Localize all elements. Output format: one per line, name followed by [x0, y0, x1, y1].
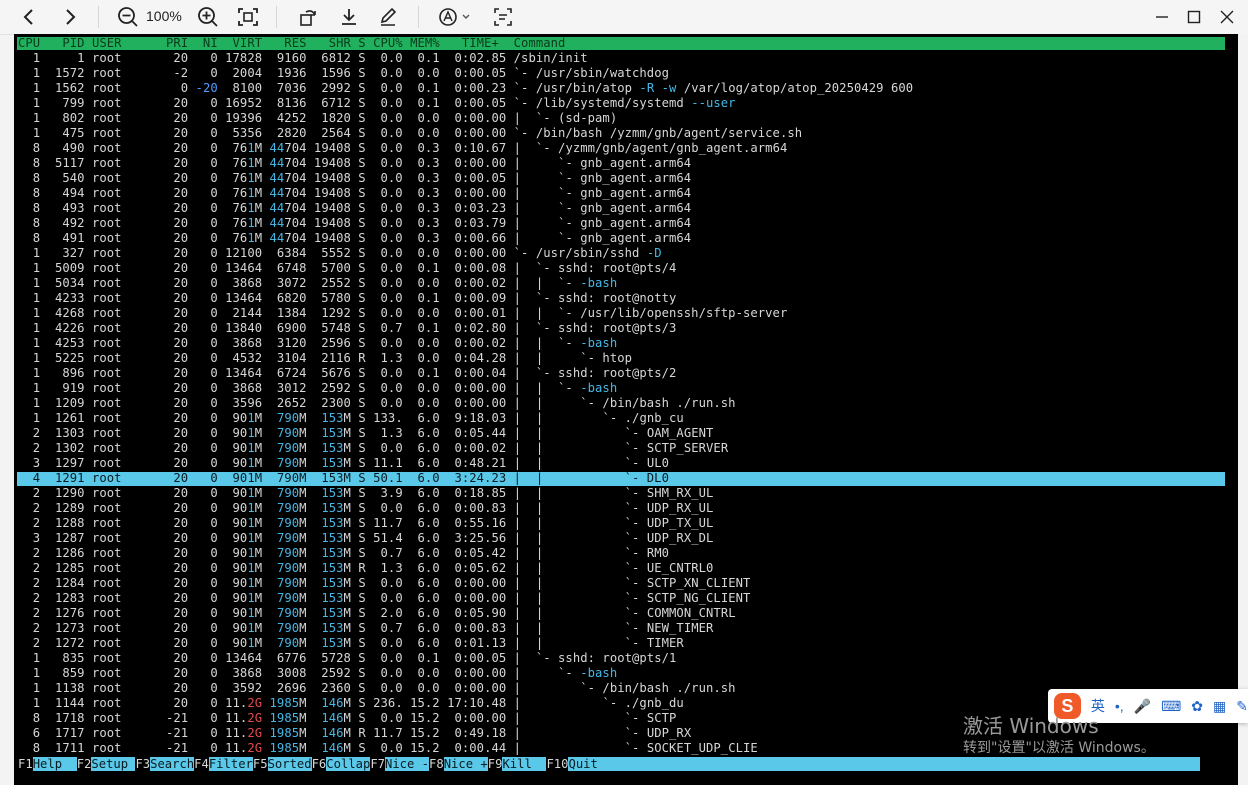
toolbar-separator	[98, 6, 99, 28]
process-row[interactable]: 2 1288 root 20 0 901M 790M 153M S 11.7 6…	[18, 516, 714, 531]
zoom-in-icon[interactable]	[196, 5, 220, 29]
process-row[interactable]: 2 1285 root 20 0 901M 790M 153M R 1.3 6.…	[18, 561, 714, 576]
close-icon[interactable]	[1215, 5, 1239, 29]
fkey-f9: F9	[487, 757, 503, 771]
process-row[interactable]: 1 4226 root 20 0 13840 6900 5748 S 0.7 0…	[18, 321, 677, 336]
toolbar-separator	[276, 6, 277, 28]
fkey-label-f8[interactable]: Nice +	[443, 757, 488, 771]
fkey-f2: F2	[76, 757, 92, 771]
process-row[interactable]: 1 4268 root 20 0 2144 1384 1292 S 0.0 0.…	[18, 306, 788, 321]
process-row[interactable]: 6 1717 root -21 0 11.2G 1985M 146M R 11.…	[18, 726, 691, 741]
process-row[interactable]: 1 1572 root -2 0 2004 1936 1596 S 0.0 0.…	[18, 66, 669, 81]
fkey-label-f3[interactable]: Search	[150, 757, 195, 771]
process-row[interactable]: 8 494 root 20 0 761M 44704 19408 S 0.0 0…	[18, 186, 691, 201]
process-row[interactable]: 1 896 root 20 0 13464 6724 5676 S 0.0 0.…	[18, 366, 677, 381]
process-row[interactable]: 2 1302 root 20 0 901M 790M 153M S 0.0 6.…	[18, 441, 728, 456]
edit-icon[interactable]	[376, 5, 400, 29]
fkey-label-f1[interactable]: Help	[32, 757, 77, 771]
process-row[interactable]: 1 1209 root 20 0 3596 2652 2300 S 0.0 0.…	[18, 396, 736, 411]
zoom-out-icon[interactable]	[116, 5, 140, 29]
toolbar-separator	[418, 6, 419, 28]
process-row[interactable]: 8 491 root 20 0 761M 44704 19408 S 0.0 0…	[18, 231, 691, 246]
process-row[interactable]: 1 859 root 20 0 3868 3008 2592 S 0.0 0.0…	[18, 666, 617, 681]
process-row[interactable]: 3 1287 root 20 0 901M 790M 153M S 51.4 6…	[18, 531, 714, 546]
process-row[interactable]: 1 802 root 20 0 19396 4252 1820 S 0.0 0.…	[18, 111, 617, 126]
zoom-level: 100%	[146, 8, 182, 24]
annotate-icon[interactable]	[437, 5, 473, 29]
forward-icon[interactable]	[59, 5, 81, 29]
fkey-f4: F4	[194, 757, 209, 771]
fit-screen-icon[interactable]	[236, 5, 260, 29]
process-row[interactable]: 2 1290 root 20 0 901M 790M 153M S 3.9 6.…	[18, 486, 714, 501]
process-row[interactable]: 1 5009 root 20 0 13464 6748 5700 S 0.0 0…	[18, 261, 677, 276]
process-row[interactable]: 3 1297 root 20 0 901M 790M 153M S 11.1 6…	[18, 456, 669, 471]
process-row[interactable]: 1 1562 root 0 -20 8100 7036 2992 S 0.0 0…	[18, 81, 913, 96]
htop-terminal[interactable]: CPU PID USER PRI NI VIRT RES SHR S CPU% …	[14, 34, 1248, 785]
activation-watermark-subtitle: 转到"设置"以激活 Windows。	[963, 740, 1155, 756]
process-row[interactable]: 2 1289 root 20 0 901M 790M 153M S 0.0 6.…	[18, 501, 714, 516]
fkey-label-f2[interactable]: Setup	[91, 757, 136, 771]
process-row[interactable]: 2 1284 root 20 0 901M 790M 153M S 0.0 6.…	[18, 576, 751, 591]
fkey-f8: F8	[429, 757, 444, 771]
fkey-label-f7[interactable]: Nice -	[385, 757, 430, 771]
process-row[interactable]: 1 1261 root 20 0 901M 790M 153M S 133. 6…	[18, 411, 684, 426]
activation-watermark-title: 激活 Windows	[963, 714, 1099, 738]
process-row[interactable]: 1 1144 root 20 0 11.2G 1985M 146M S 236.…	[18, 696, 684, 711]
process-row[interactable]: 8 540 root 20 0 761M 44704 19408 S 0.0 0…	[18, 171, 691, 186]
fkey-f5: F5	[252, 757, 268, 771]
more-icon[interactable]: ✎	[1236, 698, 1248, 715]
process-row[interactable]: 2 1273 root 20 0 901M 790M 153M S 0.7 6.…	[18, 621, 714, 636]
skin-icon[interactable]: ✿	[1191, 698, 1203, 715]
process-row[interactable]: 1 327 root 20 0 12100 6384 5552 S 0.0 0.…	[18, 246, 662, 261]
fkey-f6: F6	[311, 757, 327, 771]
process-row-selected[interactable]: 4 1291 root 20 0 901M 790M 153M S 50.1 6…	[18, 471, 669, 486]
process-row[interactable]: 8 1718 root -21 0 11.2G 1985M 146M S 0.0…	[18, 711, 677, 726]
process-row[interactable]: 1 4233 root 20 0 13464 6820 5780 S 0.0 0…	[18, 291, 677, 306]
fkey-f7: F7	[370, 757, 385, 771]
process-row[interactable]: 1 5034 root 20 0 3868 3072 2552 S 0.0 0.…	[18, 276, 617, 291]
process-row[interactable]: 1 799 root 20 0 16952 8136 6712 S 0.0 0.…	[18, 96, 736, 111]
process-row[interactable]: 1 4253 root 20 0 3868 3120 2596 S 0.0 0.…	[18, 336, 617, 351]
process-row[interactable]: 2 1303 root 20 0 901M 790M 153M S 1.3 6.…	[18, 426, 714, 441]
microphone-icon[interactable]: 🎤	[1134, 698, 1151, 715]
process-row[interactable]: 2 1272 root 20 0 901M 790M 153M S 0.0 6.…	[18, 636, 684, 651]
fkey-f10: F10	[546, 757, 569, 771]
function-key-bar: F1Help F2Setup F3SearchF4FilterF5SortedF…	[18, 757, 1200, 772]
process-row[interactable]: 8 1711 root -21 0 11.2G 1985M 146M S 0.0…	[18, 741, 758, 756]
process-row[interactable]: 2 1283 root 20 0 901M 790M 153M S 0.0 6.…	[18, 591, 751, 606]
fkey-label-f9[interactable]: Kill	[502, 757, 547, 771]
maximize-icon[interactable]	[1182, 5, 1206, 29]
process-row[interactable]: 8 492 root 20 0 761M 44704 19408 S 0.0 0…	[18, 216, 691, 231]
process-row[interactable]: 1 475 root 20 0 5356 2820 2564 S 0.0 0.0…	[18, 126, 802, 141]
fkey-f3: F3	[135, 757, 151, 771]
fkey-label-f6[interactable]: Collap	[326, 757, 371, 771]
fkey-label-f10[interactable]: Quit	[568, 757, 1200, 771]
viewer-toolbar: 100%	[0, 0, 1248, 35]
fkey-f1: F1	[18, 757, 33, 771]
process-row[interactable]: 8 490 root 20 0 761M 44704 19408 S 0.0 0…	[18, 141, 788, 156]
process-row[interactable]: 1 919 root 20 0 3868 3012 2592 S 0.0 0.0…	[18, 381, 617, 396]
minimize-icon[interactable]	[1150, 5, 1174, 29]
process-row[interactable]: 8 5117 root 20 0 761M 44704 19408 S 0.0 …	[18, 156, 691, 171]
rotate-icon[interactable]	[296, 5, 320, 29]
process-row[interactable]: 1 1 root 20 0 17828 9160 6812 S 0.0 0.1 …	[18, 51, 588, 66]
process-row[interactable]: 2 1286 root 20 0 901M 790M 153M S 0.7 6.…	[18, 546, 669, 561]
crop-icon[interactable]	[491, 5, 515, 29]
ime-punctuation[interactable]: •,	[1115, 698, 1124, 714]
process-row[interactable]: 8 493 root 20 0 761M 44704 19408 S 0.0 0…	[18, 201, 691, 216]
fkey-label-f5[interactable]: Sorted	[267, 757, 312, 771]
keyboard-icon[interactable]: ⌨	[1161, 698, 1181, 715]
fkey-label-f4[interactable]: Filter	[208, 757, 253, 771]
process-row[interactable]: 1 1138 root 20 0 3592 2696 2360 S 0.0 0.…	[18, 681, 736, 696]
back-icon[interactable]	[18, 5, 40, 29]
download-icon[interactable]	[337, 5, 361, 29]
process-row[interactable]: 1 5225 root 20 0 4532 3104 2116 R 1.3 0.…	[18, 351, 632, 366]
process-row[interactable]: 1 835 root 20 0 13464 6776 5728 S 0.0 0.…	[18, 651, 677, 666]
window-edge	[1238, 34, 1248, 785]
process-row[interactable]: 2 1276 root 20 0 901M 790M 153M S 2.0 6.…	[18, 606, 736, 621]
column-header[interactable]: CPU PID USER PRI NI VIRT RES SHR S CPU% …	[18, 36, 565, 51]
grid-menu-icon[interactable]: ▦	[1213, 698, 1226, 715]
